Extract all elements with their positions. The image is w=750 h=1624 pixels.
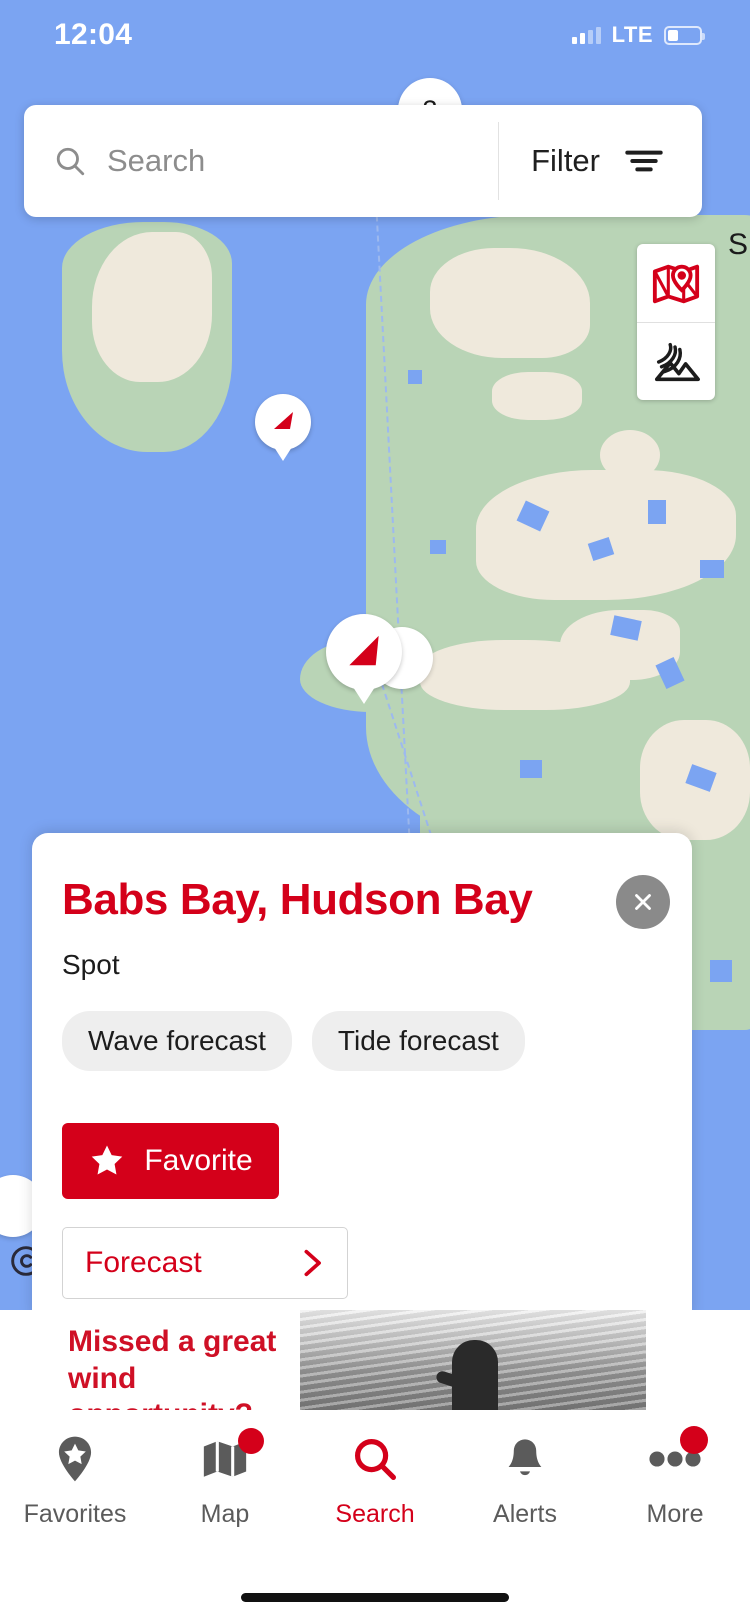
pin-star-icon: [53, 1432, 97, 1486]
status-bar: 12:04 LTE: [0, 0, 750, 70]
terrain-patch: [430, 248, 590, 358]
map-badge: [238, 1428, 264, 1454]
tab-label-more: More: [646, 1500, 704, 1528]
filter-label: Filter: [531, 143, 600, 178]
star-icon: [92, 1145, 123, 1175]
battery-icon: [664, 25, 705, 45]
tab-more[interactable]: More: [600, 1426, 750, 1529]
network-label: LTE: [611, 22, 653, 47]
home-indicator: [241, 1593, 509, 1602]
forecast-link-row[interactable]: Forecast: [62, 1227, 348, 1300]
search-bar[interactable]: Search Filter: [24, 105, 702, 217]
signal-bars-icon: [571, 26, 601, 44]
map-with-pin-icon: [652, 264, 700, 304]
spot-pin-small[interactable]: [255, 394, 311, 461]
bell-icon: [503, 1432, 547, 1486]
tab-label-search: Search: [335, 1500, 415, 1528]
close-button[interactable]: [616, 875, 670, 929]
more-badge: [680, 1426, 708, 1454]
wind-over-mountains-icon: [654, 342, 700, 381]
terrain-patch: [108, 338, 164, 378]
chip-tide-forecast[interactable]: Tide forecast: [311, 1011, 525, 1072]
lake: [700, 560, 724, 578]
map-layer-controls: [637, 244, 715, 400]
tab-favorites[interactable]: Favorites: [0, 1432, 150, 1529]
search-input[interactable]: Search: [107, 143, 205, 179]
search-icon: [56, 147, 85, 176]
terrain-patch: [420, 640, 630, 710]
search-icon: [351, 1432, 399, 1486]
ad-image: [300, 1310, 646, 1410]
map-scale-label: S: [727, 228, 748, 261]
map-pin-layer-button[interactable]: [637, 244, 715, 322]
terrain-patch: [476, 470, 736, 600]
wind-layer-button[interactable]: [637, 322, 715, 400]
app-root: 12:04 LTE 3 Search Filter: [0, 0, 750, 1624]
spot-pin-selected[interactable]: [326, 614, 402, 704]
lake: [408, 370, 422, 384]
tab-alerts[interactable]: Alerts: [450, 1432, 600, 1529]
ad-banner[interactable]: Missed a great wind opportunity?: [0, 1310, 750, 1410]
bottom-tab-bar: Favorites Map Search Alerts More: [0, 1410, 750, 1624]
filter-lines-icon: [625, 150, 663, 172]
favorite-button[interactable]: Favorite: [62, 1123, 279, 1200]
status-clock: 12:04: [54, 18, 133, 51]
forecast-chips: Wave forecast Tide forecast: [62, 1011, 658, 1072]
close-icon: [635, 894, 651, 910]
sail-icon: [349, 635, 379, 666]
pin-tail: [353, 687, 375, 704]
ad-surfer-figure: [452, 1340, 498, 1410]
tab-label-favorites: Favorites: [23, 1500, 127, 1528]
sail-icon: [274, 412, 293, 429]
forecast-label: Forecast: [85, 1246, 202, 1280]
filter-button[interactable]: Filter: [499, 143, 702, 179]
ad-line-2: opportunity?: [68, 1397, 320, 1410]
chip-wave-forecast[interactable]: Wave forecast: [62, 1011, 292, 1072]
pin-bubble: [255, 394, 311, 450]
pin-bubble: [326, 614, 402, 690]
ad-text: Missed a great wind opportunity?: [0, 1310, 320, 1410]
spot-type-label: Spot: [62, 949, 120, 981]
page-title: Babs Bay, Hudson Bay: [62, 875, 533, 924]
lake: [520, 760, 542, 778]
ad-line-1: Missed a great wind: [68, 1325, 277, 1395]
lake: [710, 960, 732, 982]
lake: [648, 500, 666, 524]
tab-map[interactable]: Map: [150, 1428, 300, 1529]
chevron-right-icon: [304, 1250, 321, 1277]
terrain-patch: [600, 430, 660, 480]
tab-search[interactable]: Search: [300, 1432, 450, 1529]
ellipsis-icon: [648, 1426, 708, 1486]
tab-label-alerts: Alerts: [493, 1500, 557, 1528]
folded-map-icon: [200, 1428, 264, 1486]
status-indicators: LTE: [571, 22, 705, 48]
tab-label-map: Map: [200, 1500, 250, 1528]
favorite-label: Favorite: [144, 1144, 253, 1178]
terrain-patch: [492, 372, 582, 420]
search-input-area[interactable]: Search: [24, 105, 498, 217]
pin-tail: [274, 447, 292, 461]
lake: [430, 540, 446, 554]
spot-detail-card: Babs Bay, Hudson Bay Spot Wave forecast …: [32, 833, 692, 1318]
